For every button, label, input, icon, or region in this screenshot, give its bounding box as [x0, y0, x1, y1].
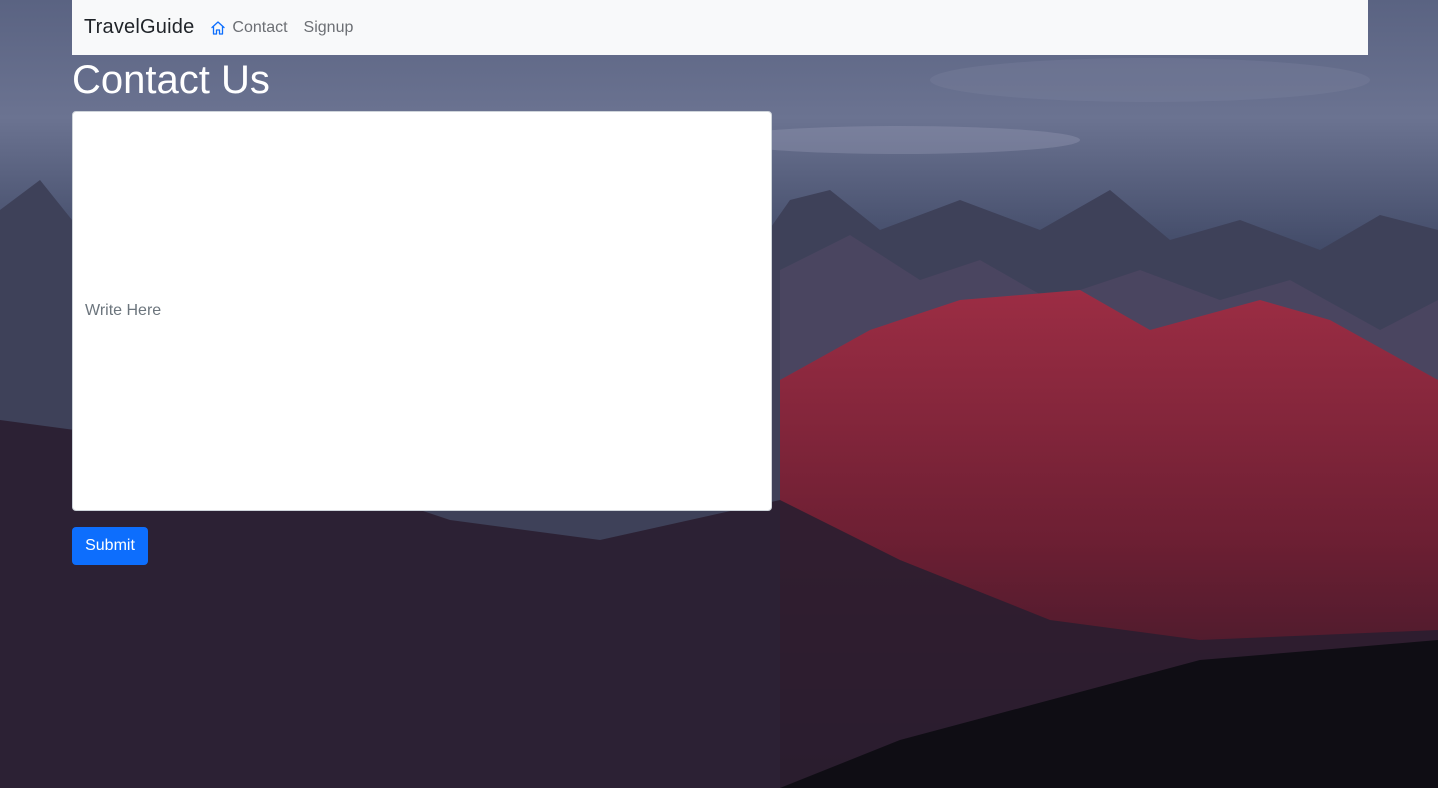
- message-textarea[interactable]: Write Here: [72, 111, 772, 511]
- nav-link-contact[interactable]: Contact: [210, 18, 288, 37]
- nav-link-signup[interactable]: Signup: [304, 19, 354, 37]
- submit-button[interactable]: Submit: [72, 527, 148, 565]
- nav-link-contact-label: Contact: [232, 18, 288, 36]
- message-placeholder: Write Here: [85, 302, 162, 319]
- top-navbar: TravelGuide Contact Signup: [72, 0, 1368, 55]
- nav-link-signup-label: Signup: [303, 18, 354, 36]
- home-icon: [210, 20, 226, 36]
- brand-link[interactable]: TravelGuide: [84, 16, 194, 39]
- page-title: Contact Us: [72, 58, 270, 102]
